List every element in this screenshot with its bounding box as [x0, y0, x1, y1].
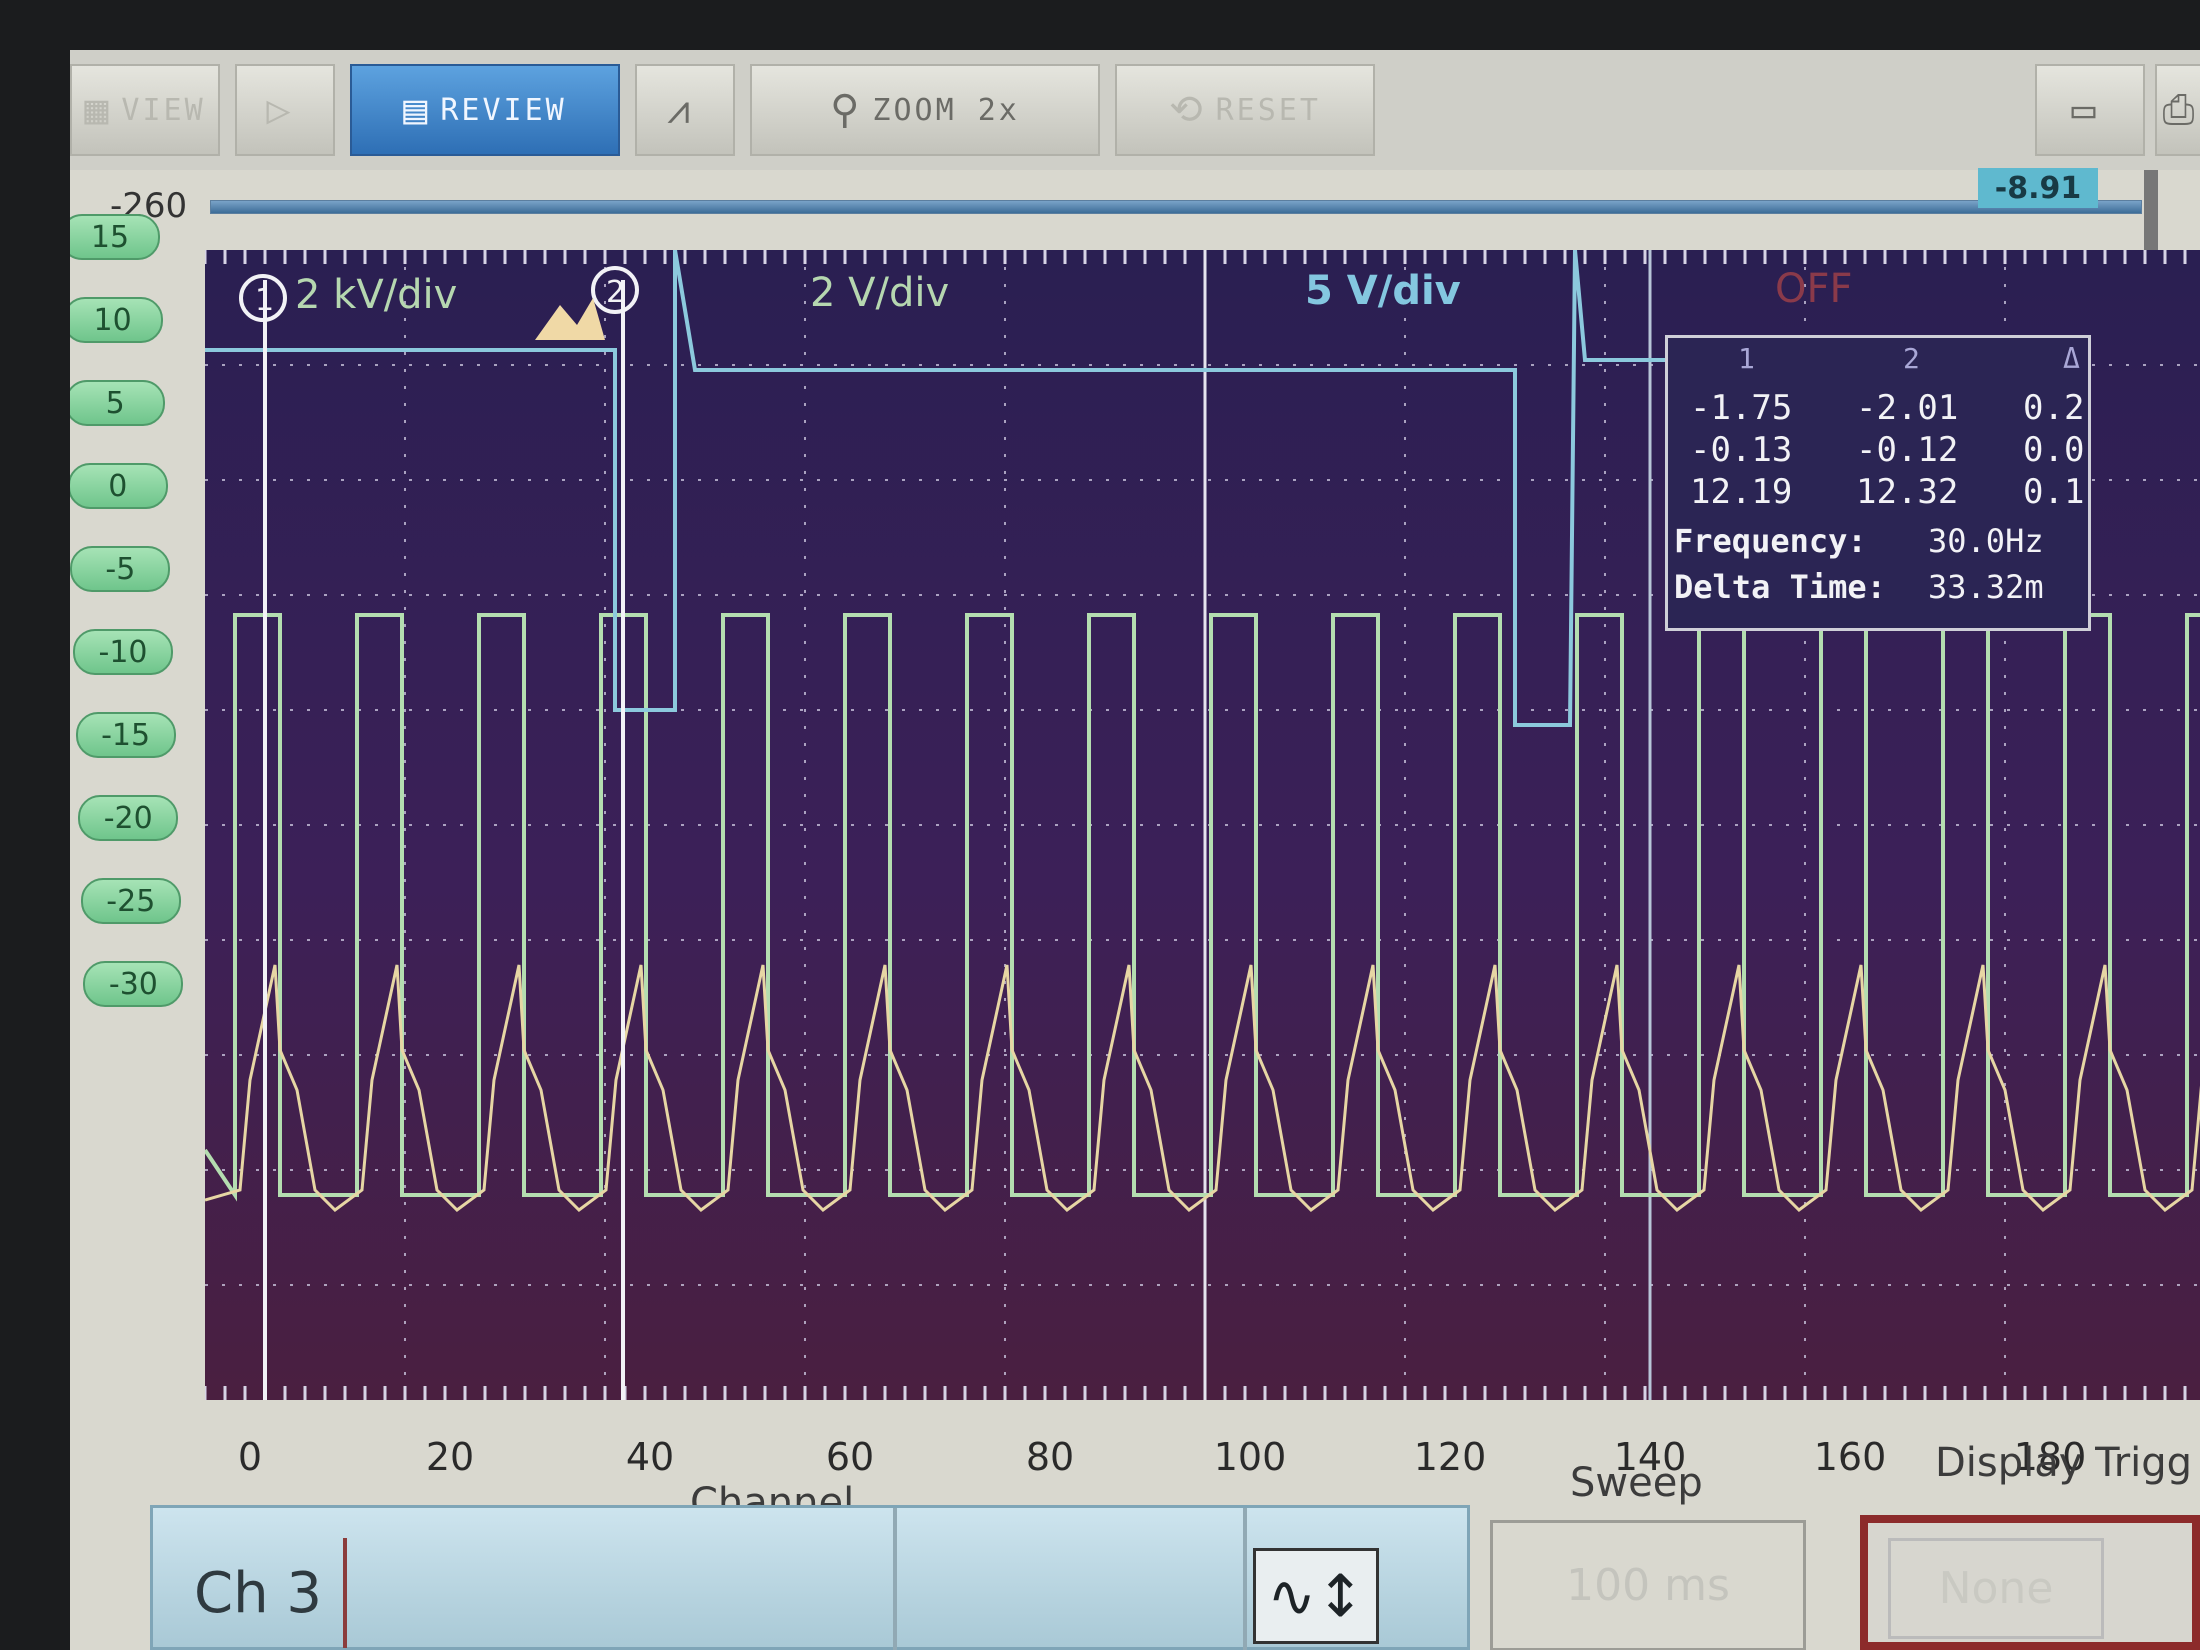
- y-tick-label: -5: [70, 546, 171, 592]
- ch3-trace: [205, 250, 1665, 727]
- y-tick-label: -25: [80, 878, 181, 924]
- readout-cell: 0.0: [2023, 430, 2085, 470]
- frequency-label: Frequency:: [1674, 522, 1867, 560]
- readout-cell: -2.01: [1856, 388, 1959, 428]
- folder-icon: ▭: [2071, 87, 2099, 133]
- time-slider[interactable]: [210, 200, 2142, 214]
- y-tick-label: 15: [70, 214, 160, 260]
- add-marker-button[interactable]: ⩘: [635, 64, 735, 156]
- readout-cell: -0.12: [1856, 430, 1959, 470]
- ch4-scale: OFF: [1775, 266, 1853, 312]
- y-tick-label: 5: [70, 380, 166, 426]
- ch1-ignition-trace: [205, 964, 2200, 1212]
- readout-header-1: 1: [1738, 342, 1755, 375]
- readout-cell: -1.75: [1690, 388, 1793, 428]
- folder-button[interactable]: ▭: [2035, 64, 2145, 156]
- sweep-label: Sweep: [1570, 1460, 1703, 1506]
- slider-value: -8.91: [1978, 168, 2098, 208]
- x-tick-label: 160: [1813, 1435, 1887, 1479]
- sweep-selector[interactable]: 100 ms: [1490, 1520, 1806, 1650]
- readout-cell: -0.13: [1690, 430, 1793, 470]
- print-button[interactable]: ⎙: [2155, 64, 2200, 156]
- delta-time-value: 33.32m: [1928, 568, 2044, 606]
- spike-mode-icon: [535, 298, 605, 340]
- y-tick-label: -30: [83, 961, 184, 1007]
- channel-control-bar: Ch 3 ∿↕: [150, 1505, 1470, 1650]
- y-tick-label: -15: [75, 712, 176, 758]
- x-tick-label: 20: [425, 1435, 475, 1479]
- x-tick-label: 60: [825, 1435, 875, 1479]
- y-tick-label: -20: [78, 795, 179, 841]
- printer-icon: ⎙: [2162, 87, 2198, 133]
- scope-screen: ▦ VIEW ▷ ▤ REVIEW ⩘ ⚲ ZOOM 2x ⟲ RESET ▭ …: [70, 50, 2200, 1650]
- coupling-wave-button[interactable]: ∿↕: [1253, 1548, 1379, 1644]
- x-tick-label: 40: [625, 1435, 675, 1479]
- y-tick-label: -10: [73, 629, 173, 675]
- reset-button[interactable]: ⟲ RESET: [1115, 64, 1375, 156]
- divider: [893, 1508, 897, 1650]
- waveform-review-icon: ▤: [403, 87, 431, 133]
- y-tick-label: 10: [70, 297, 163, 343]
- readout-cell: 12.32: [1856, 472, 1959, 512]
- ch2-scale: 2 V/div: [810, 270, 950, 316]
- cursor-2-label: 2: [606, 275, 625, 310]
- trigger-source-selector[interactable]: None: [1888, 1538, 2104, 1639]
- x-tick-label: 80: [1025, 1435, 1075, 1479]
- zoom-button[interactable]: ⚲ ZOOM 2x: [750, 64, 1100, 156]
- trigger-control: None: [1860, 1515, 2200, 1650]
- view-button[interactable]: ▦ VIEW: [70, 64, 220, 156]
- cursor-readout-panel: 1 2 Δ -1.75 -2.01 0.2 -0.13 -0.12 0.0 12…: [1665, 335, 2091, 631]
- add-marker-icon: ⩘: [667, 87, 693, 133]
- play-icon: ▷: [266, 87, 294, 133]
- readout-cell: 0.1: [2023, 472, 2085, 512]
- play-button[interactable]: ▷: [235, 64, 335, 156]
- cursor-1-label: 1: [255, 283, 274, 318]
- x-tick-label: 120: [1413, 1435, 1487, 1479]
- readout-cell: 12.19: [1690, 472, 1793, 512]
- ch2-square-trace: [205, 613, 2200, 1202]
- readout-header-2: 2: [1903, 342, 1920, 375]
- channel-selector[interactable]: Ch 3: [173, 1538, 347, 1648]
- readout-cell: 0.2: [2023, 388, 2085, 428]
- x-tick-label: 100: [1213, 1435, 1287, 1479]
- ch3-scale: 5 V/div: [1305, 268, 1461, 314]
- reset-icon: ⟲: [1169, 87, 1206, 133]
- y-tick-label: 0: [70, 463, 168, 509]
- ac-wave-icon: ∿↕: [1267, 1562, 1365, 1630]
- frequency-value: 30.0Hz: [1928, 522, 2044, 560]
- divider: [1243, 1508, 1247, 1650]
- readout-header-delta: Δ: [2063, 342, 2080, 375]
- display-trigger-label: Display Trigg: [1935, 1440, 2193, 1486]
- x-tick-label: 0: [237, 1435, 263, 1479]
- view-icon: ▦: [84, 87, 112, 133]
- toolbar: ▦ VIEW ▷ ▤ REVIEW ⩘ ⚲ ZOOM 2x ⟲ RESET ▭ …: [70, 50, 2200, 170]
- delta-time-label: Delta Time:: [1674, 568, 1886, 606]
- magnifier-icon: ⚲: [830, 87, 863, 133]
- review-button[interactable]: ▤ REVIEW: [350, 64, 620, 156]
- ch1-scale: 2 kV/div: [295, 272, 458, 318]
